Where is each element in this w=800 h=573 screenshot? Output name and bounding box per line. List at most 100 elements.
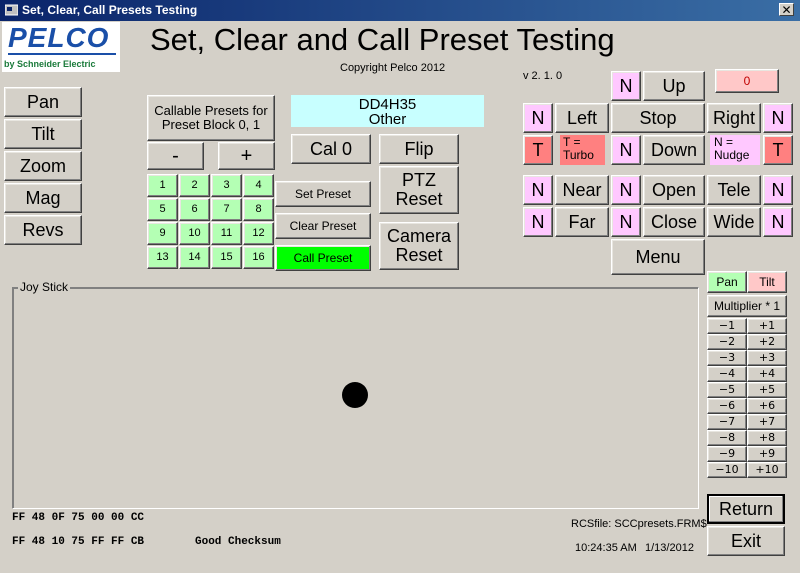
close-nudge-button[interactable]: N: [611, 207, 641, 237]
multiplier-plus-button[interactable]: +1: [747, 318, 787, 334]
multiplier-minus-button[interactable]: −3: [707, 350, 747, 366]
mag-button[interactable]: Mag: [4, 183, 82, 213]
multiplier-minus-button[interactable]: −5: [707, 382, 747, 398]
left-nudge-button[interactable]: N: [523, 103, 553, 133]
multiplier-minus-button[interactable]: −2: [707, 334, 747, 350]
preset-button[interactable]: 7: [211, 198, 242, 221]
set-preset-button[interactable]: Set Preset: [275, 181, 371, 207]
hex-line-2: FF 48 10 75 FF FF CB: [12, 536, 145, 548]
preset-button[interactable]: 15: [211, 246, 242, 269]
open-nudge-button[interactable]: N: [611, 175, 641, 205]
clear-preset-button[interactable]: Clear Preset: [275, 213, 371, 239]
pan-button[interactable]: Pan: [4, 87, 82, 117]
multiplier-plus-button[interactable]: +7: [747, 414, 787, 430]
multiplier-minus-button[interactable]: −7: [707, 414, 747, 430]
menu-button[interactable]: Menu: [611, 239, 705, 275]
zoom-button[interactable]: Zoom: [4, 151, 82, 181]
nudge-legend-text: N = Nudge: [714, 135, 750, 162]
far-button[interactable]: Far: [555, 207, 609, 237]
preset-block-plus-button[interactable]: +: [218, 142, 275, 170]
wide-nudge-button[interactable]: N: [763, 207, 793, 237]
right-turbo-button[interactable]: T: [763, 135, 793, 165]
preset-button[interactable]: 8: [243, 198, 274, 221]
call-preset-button[interactable]: Call Preset: [275, 245, 371, 271]
multiplier-plus-button[interactable]: +4: [747, 366, 787, 382]
preset-button[interactable]: 5: [147, 198, 178, 221]
preset-button[interactable]: 4: [243, 174, 274, 197]
turbo-legend: T = Turbo: [560, 135, 605, 165]
multiplier-plus-button[interactable]: +8: [747, 430, 787, 446]
turbo-legend-text: T = Turbo: [563, 135, 594, 162]
preset-button[interactable]: 13: [147, 246, 178, 269]
page-title: Set, Clear and Call Preset Testing: [150, 22, 615, 57]
cal-button[interactable]: Cal 0: [291, 134, 371, 164]
revs-button[interactable]: Revs: [4, 215, 82, 245]
joystick-knob[interactable]: [342, 382, 368, 408]
logo-brand: PELCO: [8, 22, 110, 53]
hex-line-1: FF 48 0F 75 00 00 CC: [12, 512, 145, 524]
preset-button[interactable]: 12: [243, 222, 274, 245]
multiplier-label: Multiplier * 1: [707, 295, 787, 317]
tele-nudge-button[interactable]: N: [763, 175, 793, 205]
right-button[interactable]: Right: [707, 103, 761, 133]
device-type: Other: [368, 111, 407, 128]
tilt-button[interactable]: Tilt: [4, 119, 82, 149]
down-button[interactable]: Down: [643, 135, 705, 165]
multiplier-minus-button[interactable]: −9: [707, 446, 747, 462]
multiplier-tilt-button[interactable]: Tilt: [747, 271, 787, 293]
multiplier-plus-button[interactable]: +6: [747, 398, 787, 414]
window-title: Set, Clear, Call Presets Testing: [22, 3, 198, 17]
rcs-file-text: RCSfile: SCCpresets.FRM$: [571, 518, 707, 530]
multiplier-minus-button[interactable]: −10: [707, 462, 747, 478]
iris-close-button[interactable]: Close: [643, 207, 705, 237]
preset-button[interactable]: 14: [179, 246, 210, 269]
callable-presets-label: Callable Presets for Preset Block 0, 1: [147, 95, 275, 141]
return-button[interactable]: Return: [707, 494, 785, 524]
nudge-legend: N = Nudge: [710, 135, 760, 165]
preset-button[interactable]: 16: [243, 246, 274, 269]
multiplier-minus-button[interactable]: −4: [707, 366, 747, 382]
down-nudge-button[interactable]: N: [611, 135, 641, 165]
multiplier-plus-button[interactable]: +9: [747, 446, 787, 462]
close-icon[interactable]: ✕: [779, 3, 794, 16]
multiplier-minus-button[interactable]: −8: [707, 430, 747, 446]
time-text: 10:24:35 AM: [575, 542, 637, 554]
camera-reset-button[interactable]: Camera Reset: [379, 222, 459, 270]
preset-block-minus-button[interactable]: -: [147, 142, 204, 170]
near-button[interactable]: Near: [555, 175, 609, 205]
multiplier-minus-button[interactable]: −6: [707, 398, 747, 414]
wide-button[interactable]: Wide: [707, 207, 761, 237]
multiplier-plus-button[interactable]: +2: [747, 334, 787, 350]
speed-display: 0: [715, 69, 779, 93]
multiplier-plus-button[interactable]: +10: [747, 462, 787, 478]
app-icon: [5, 4, 18, 16]
preset-button[interactable]: 10: [179, 222, 210, 245]
up-nudge-button[interactable]: N: [611, 71, 641, 101]
preset-button[interactable]: 2: [179, 174, 210, 197]
logo-underline: [8, 53, 116, 55]
ptz-reset-button[interactable]: PTZ Reset: [379, 166, 459, 214]
left-button[interactable]: Left: [555, 103, 609, 133]
preset-button[interactable]: 9: [147, 222, 178, 245]
device-info-panel: DD4H35 Other: [291, 95, 484, 128]
up-button[interactable]: Up: [643, 71, 705, 101]
left-turbo-button[interactable]: T: [523, 135, 553, 165]
right-nudge-button[interactable]: N: [763, 103, 793, 133]
tele-button[interactable]: Tele: [707, 175, 761, 205]
preset-button[interactable]: 6: [179, 198, 210, 221]
open-button[interactable]: Open: [643, 175, 705, 205]
multiplier-plus-button[interactable]: +3: [747, 350, 787, 366]
multiplier-plus-button[interactable]: +5: [747, 382, 787, 398]
near-nudge-button[interactable]: N: [523, 175, 553, 205]
multiplier-minus-button[interactable]: −1: [707, 318, 747, 334]
preset-button[interactable]: 11: [211, 222, 242, 245]
flip-button[interactable]: Flip: [379, 134, 459, 164]
exit-button[interactable]: Exit: [707, 526, 785, 556]
preset-button[interactable]: 1: [147, 174, 178, 197]
title-bar: Set, Clear, Call Presets Testing ✕: [0, 0, 800, 21]
multiplier-pan-button[interactable]: Pan: [707, 271, 747, 293]
app-window: Set, Clear, Call Presets Testing ✕ PELCO…: [0, 0, 800, 573]
stop-button[interactable]: Stop: [611, 103, 705, 133]
far-nudge-button[interactable]: N: [523, 207, 553, 237]
preset-button[interactable]: 3: [211, 174, 242, 197]
